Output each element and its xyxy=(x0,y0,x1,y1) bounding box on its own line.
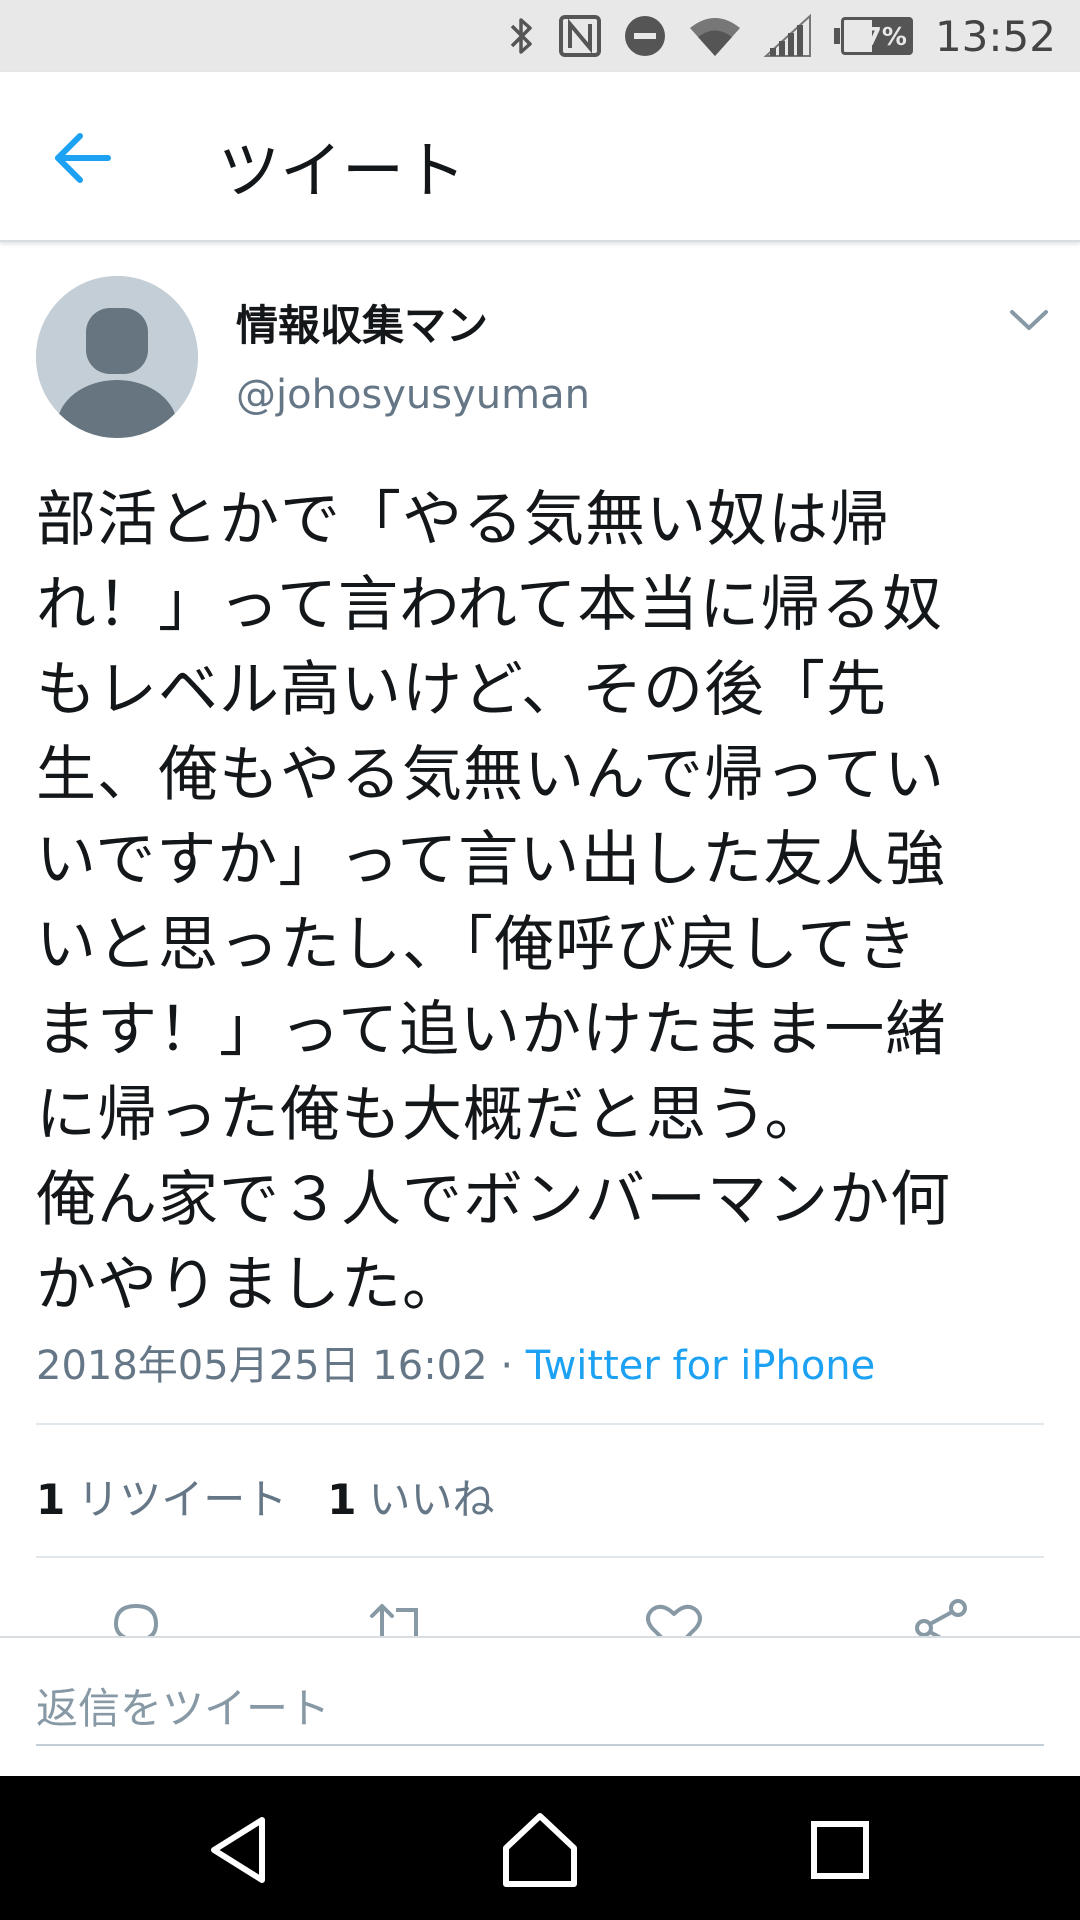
heart-icon xyxy=(646,1604,702,1636)
status-time: 13:52 xyxy=(934,11,1056,61)
retweet-count: 1 xyxy=(36,1475,66,1524)
battery-indicator: 57% xyxy=(833,17,913,55)
avatar[interactable] xyxy=(36,276,198,438)
battery-percent: 57% xyxy=(847,21,907,51)
system-nav-bar xyxy=(0,1776,1080,1920)
nfc-icon xyxy=(558,15,601,57)
divider xyxy=(36,1556,1044,1558)
tweet-menu-button[interactable] xyxy=(1006,300,1052,340)
status-bar: 57% 13:52 xyxy=(0,0,1080,72)
tweet-actions xyxy=(0,1588,1080,1636)
tweet-meta: 2018年05月25日 16:02 · Twitter for iPhone xyxy=(36,1333,875,1391)
tweet-text: 部活とかで「やる気無い奴は帰 れ！」って言われて本当に帰る奴 もレベル高いけど、… xyxy=(36,485,951,1320)
cell-signal-icon xyxy=(763,14,811,57)
retweet-label: リツイート xyxy=(77,1475,288,1524)
reply-input[interactable] xyxy=(36,1672,1044,1746)
arrow-left-icon xyxy=(55,133,111,183)
reply-bar xyxy=(0,1636,1080,1778)
do-not-disturb-icon xyxy=(624,16,665,56)
system-back-button[interactable] xyxy=(200,1810,280,1890)
retweet-button[interactable] xyxy=(368,1598,428,1636)
like-button[interactable] xyxy=(644,1598,704,1636)
tweet-timestamp: 2018年05月25日 16:02 xyxy=(36,1343,488,1389)
system-home-button[interactable] xyxy=(500,1810,580,1890)
header: ツイート xyxy=(0,72,1080,242)
chevron-down-icon xyxy=(1010,310,1048,330)
share-icon xyxy=(915,1599,967,1636)
divider xyxy=(36,1423,1044,1425)
reply-button[interactable] xyxy=(106,1598,166,1636)
retweet-icon xyxy=(370,1604,418,1636)
page-title: ツイート xyxy=(218,134,467,207)
home-icon xyxy=(503,1813,577,1887)
system-recents-button[interactable] xyxy=(800,1810,880,1890)
like-count: 1 xyxy=(327,1475,357,1524)
default-avatar-icon xyxy=(36,276,198,438)
share-button[interactable] xyxy=(912,1598,972,1636)
tweet-source-link[interactable]: Twitter for iPhone xyxy=(526,1343,876,1389)
tweet-stats: 1 リツイート 1 いいね xyxy=(36,1466,495,1527)
back-triangle-icon xyxy=(211,1817,265,1883)
like-label: いいね xyxy=(368,1475,495,1524)
user-handle[interactable]: @johosyusyuman xyxy=(236,372,590,418)
back-button[interactable] xyxy=(52,130,116,186)
reply-icon xyxy=(114,1604,158,1636)
display-name[interactable]: 情報収集マン xyxy=(236,292,488,353)
recents-icon xyxy=(811,1821,869,1879)
wifi-icon xyxy=(689,18,740,56)
like-count-link[interactable]: 1 いいね xyxy=(327,1466,494,1527)
meta-separator: · xyxy=(500,1343,514,1389)
retweet-count-link[interactable]: 1 リツイート xyxy=(36,1466,287,1527)
bluetooth-icon xyxy=(510,18,532,54)
